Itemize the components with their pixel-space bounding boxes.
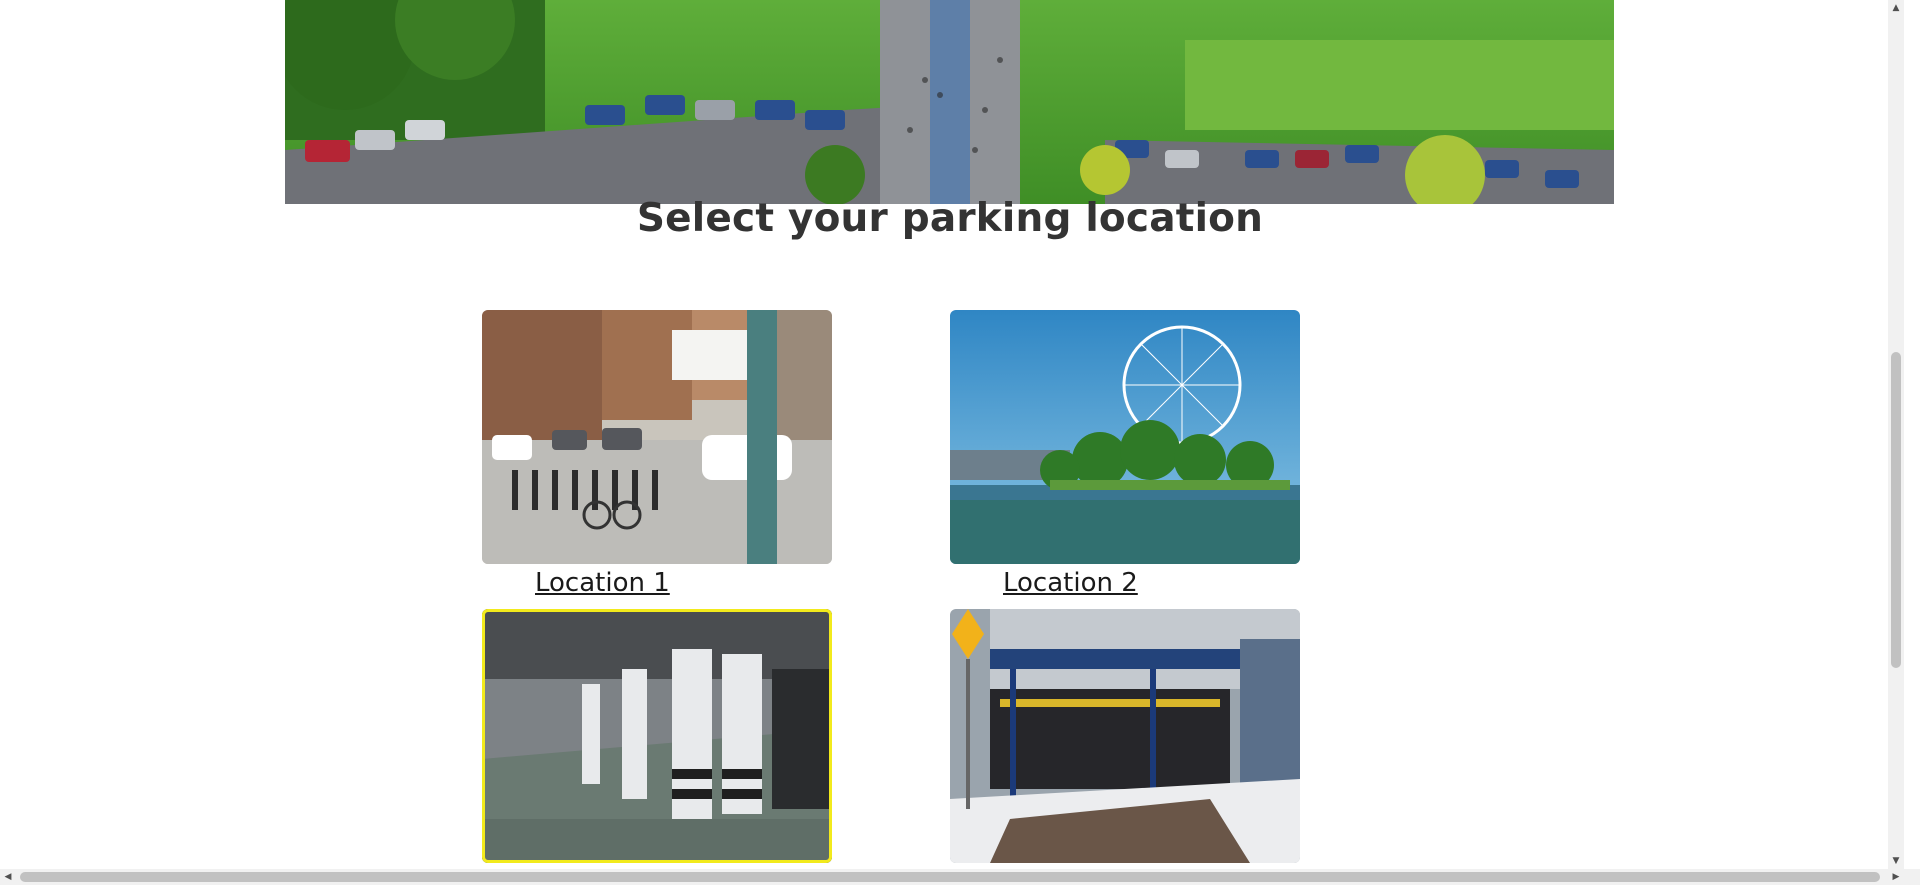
vertical-scrollbar-thumb[interactable]: [1891, 352, 1901, 668]
location-card-4[interactable]: [950, 609, 1300, 863]
parking-entrance-image[interactable]: [950, 609, 1300, 863]
location-card-1[interactable]: Location 1: [482, 310, 832, 598]
underground-garage-image[interactable]: [482, 609, 832, 863]
scroll-right-arrow-icon[interactable]: ▶: [1888, 869, 1904, 885]
vertical-scrollbar[interactable]: ▲ ▼: [1888, 0, 1904, 869]
scroll-left-arrow-icon[interactable]: ◀: [0, 869, 16, 885]
location-card-2[interactable]: Location 2: [950, 310, 1300, 598]
street-bike-station-image[interactable]: [482, 310, 832, 564]
location-1-link[interactable]: Location 1: [535, 568, 670, 598]
horizontal-scrollbar-thumb[interactable]: [20, 872, 1880, 882]
location-card-3[interactable]: [482, 609, 832, 863]
location-2-link[interactable]: Location 2: [1003, 568, 1138, 598]
horizontal-scrollbar[interactable]: ◀ ▶: [0, 869, 1920, 885]
ferris-wheel-image[interactable]: [950, 310, 1300, 564]
hero-park-stairs-image: [285, 0, 1614, 204]
scroll-up-arrow-icon[interactable]: ▲: [1888, 0, 1904, 16]
page: Select your parking location Location 1: [0, 0, 1904, 869]
scroll-down-arrow-icon[interactable]: ▼: [1888, 853, 1904, 869]
page-title: Select your parking location: [636, 196, 1264, 241]
